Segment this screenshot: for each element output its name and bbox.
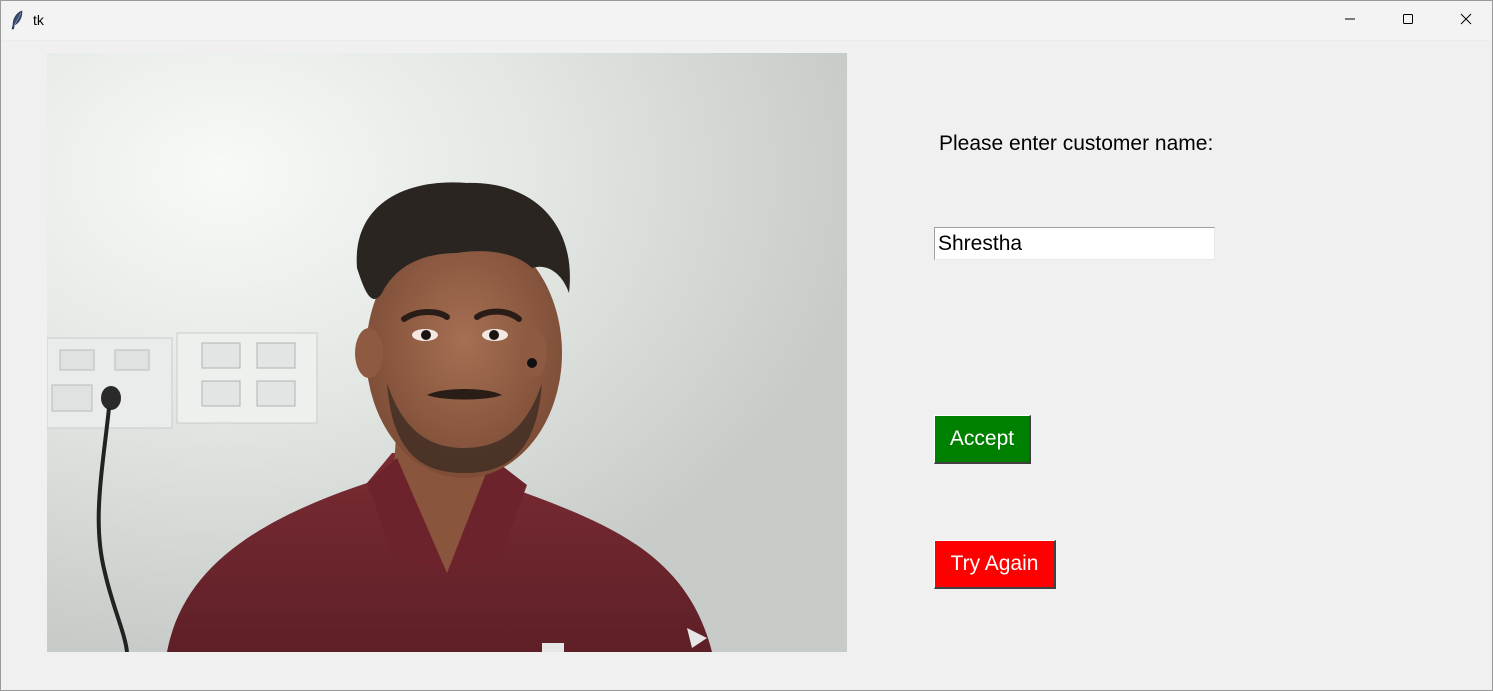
close-button[interactable] (1437, 1, 1493, 40)
app-window: tk Please enter customer name: Shrestha … (0, 0, 1493, 691)
customer-name-label: Please enter customer name: (939, 132, 1214, 155)
title-bar[interactable]: tk (1, 1, 1492, 41)
customer-name-input[interactable] (934, 227, 1215, 260)
feather-icon (10, 10, 24, 30)
switch-board (176, 332, 318, 424)
minimize-icon (1344, 12, 1356, 30)
close-icon (1460, 12, 1472, 30)
window-title: tk (33, 12, 44, 28)
minimize-button[interactable] (1321, 1, 1379, 40)
camera-preview (47, 53, 847, 652)
maximize-icon (1402, 12, 1414, 30)
try-again-button[interactable]: Try Again (934, 540, 1056, 589)
maximize-button[interactable] (1379, 1, 1437, 40)
accept-button[interactable]: Accept (934, 415, 1031, 464)
